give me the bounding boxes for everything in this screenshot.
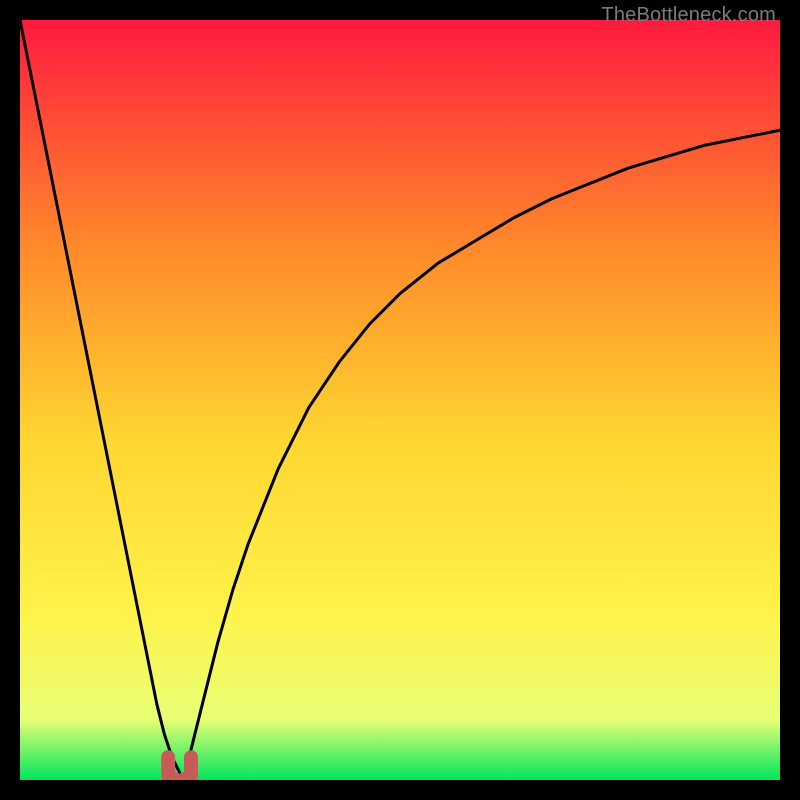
chart-svg: [20, 20, 780, 780]
chart-frame: TheBottleneck.com: [0, 0, 800, 800]
gradient-background: [20, 20, 780, 780]
plot-area: [20, 20, 780, 780]
